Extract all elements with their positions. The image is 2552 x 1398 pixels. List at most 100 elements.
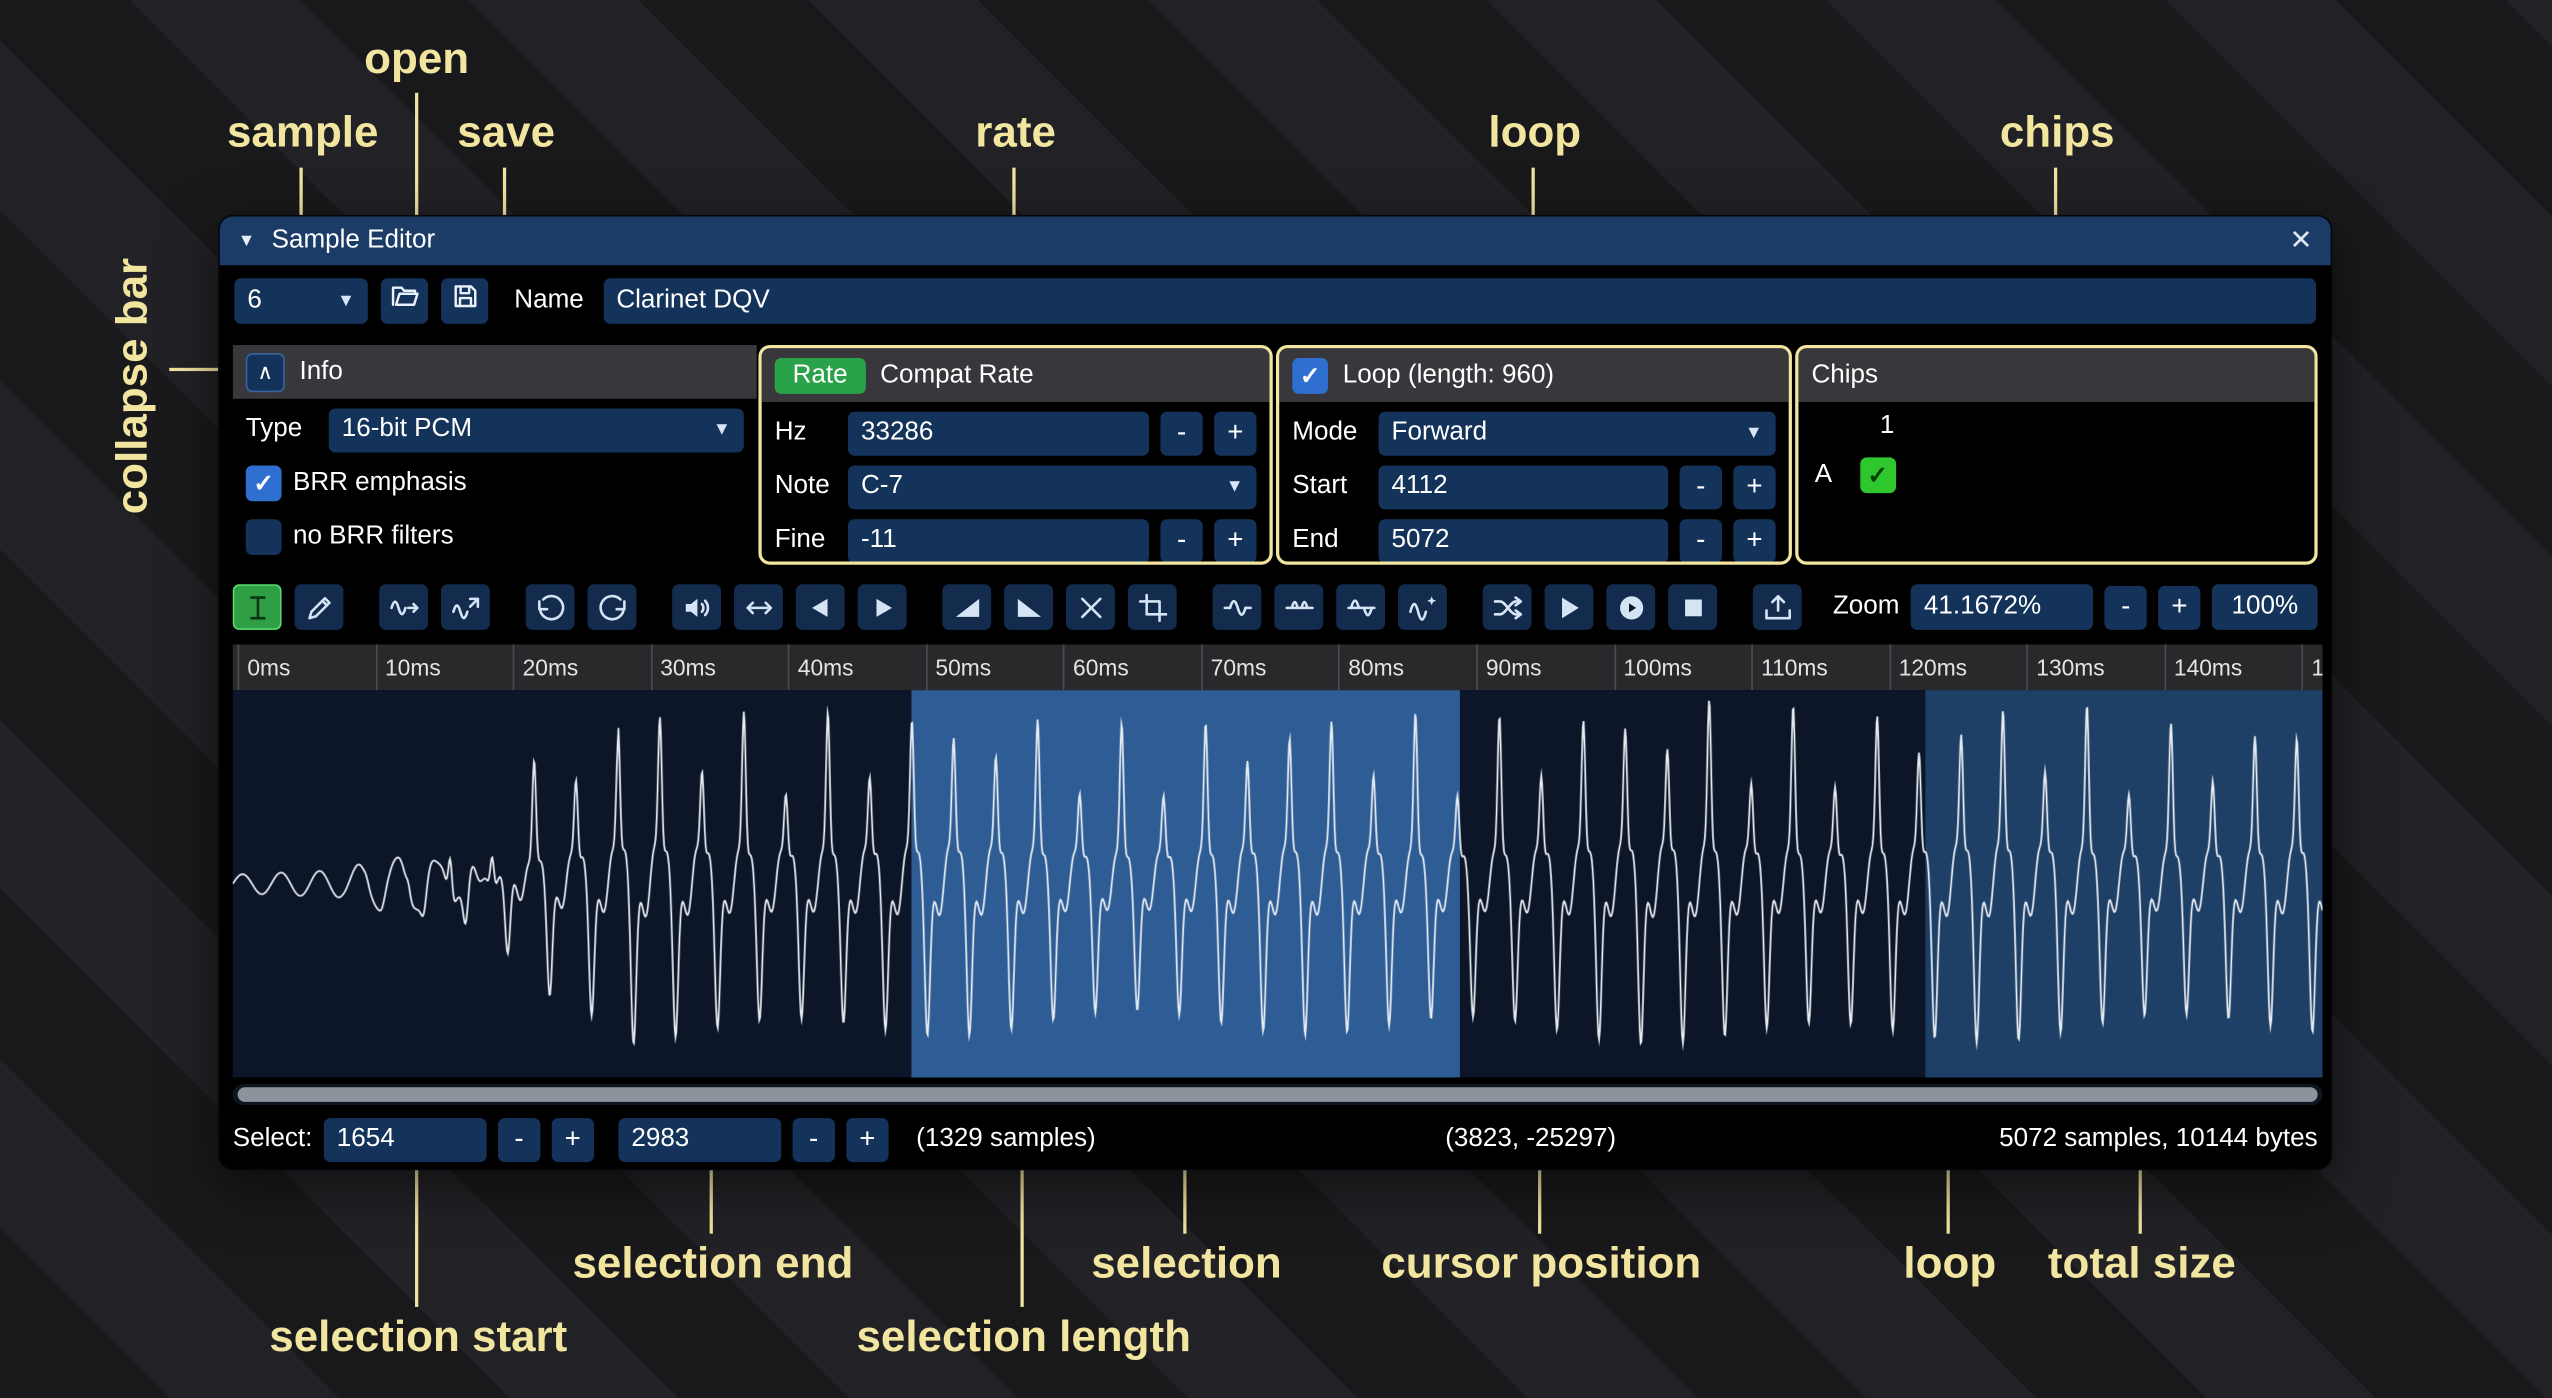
- ruler-tick: 100ms: [1614, 645, 1692, 691]
- import-sample-button[interactable]: [1753, 584, 1802, 630]
- fine-minus-button[interactable]: -: [1160, 518, 1202, 562]
- sample-header-row: 6 ▼ Name Clarinet DQV: [220, 265, 2331, 324]
- chip-enable-checkbox[interactable]: ✓: [1860, 457, 1896, 493]
- normalize-button[interactable]: [734, 584, 783, 630]
- loop-end-minus-button[interactable]: -: [1680, 518, 1722, 562]
- loop-start-minus-button[interactable]: -: [1680, 465, 1722, 509]
- reverse-button[interactable]: [796, 584, 845, 630]
- insert-silence-button[interactable]: [1213, 584, 1262, 630]
- loop-start-input[interactable]: 4112: [1379, 465, 1669, 509]
- forward-button[interactable]: [858, 584, 907, 630]
- apply-silence-button[interactable]: [1274, 584, 1323, 630]
- draw-tool-button[interactable]: [295, 584, 344, 630]
- save-button[interactable]: [441, 277, 488, 323]
- loop-mode-dropdown[interactable]: Forward ▼: [1379, 411, 1776, 455]
- preview-button[interactable]: [1545, 584, 1594, 630]
- selection-end-input[interactable]: 2983: [618, 1117, 781, 1161]
- delete-button[interactable]: [1066, 584, 1115, 630]
- amplify-button[interactable]: [672, 584, 721, 630]
- crossfade-button[interactable]: [1483, 584, 1532, 630]
- annotation-line: [415, 1169, 418, 1307]
- preview-loop-button[interactable]: [1606, 584, 1655, 630]
- resample-button[interactable]: [441, 584, 490, 630]
- zoom-in-button[interactable]: +: [2158, 585, 2200, 629]
- selection-start-input[interactable]: 1654: [324, 1117, 487, 1161]
- waveform-view[interactable]: [233, 690, 2323, 1077]
- brr-emphasis-checkbox[interactable]: ✓: [246, 465, 282, 501]
- fade-in-button[interactable]: [942, 584, 991, 630]
- loop-header: ✓ Loop (length: 960): [1279, 348, 1788, 402]
- rate-tag-button[interactable]: Rate: [775, 357, 866, 393]
- waveform-canvas[interactable]: [233, 690, 2323, 1077]
- stop-button[interactable]: [1668, 584, 1717, 630]
- zoom-reset-button[interactable]: 100%: [2212, 584, 2318, 630]
- sample-name-input[interactable]: Clarinet DQV: [603, 277, 2316, 323]
- open-button[interactable]: [381, 277, 428, 323]
- annotation-loop-bottom: loop: [1903, 1239, 1996, 1289]
- zoom-input[interactable]: 41.1672%: [1911, 584, 2093, 630]
- ruler-tick: 130ms: [2027, 645, 2105, 691]
- zoom-out-button[interactable]: -: [2105, 585, 2147, 629]
- ruler-tick: 40ms: [788, 645, 853, 691]
- ruler-tick: 30ms: [650, 645, 715, 691]
- annotation-selection: selection: [1091, 1239, 1281, 1289]
- sample-number-dropdown[interactable]: 6 ▼: [234, 277, 367, 323]
- hz-plus-button[interactable]: +: [1214, 411, 1256, 455]
- info-header[interactable]: ∧ Info: [233, 345, 757, 399]
- annotation-line: [710, 1169, 713, 1234]
- note-dropdown[interactable]: C-7 ▼: [848, 465, 1257, 509]
- no-brr-filters-label: no BRR filters: [293, 522, 454, 551]
- titlebar[interactable]: ▼ Sample Editor ✕: [220, 216, 2331, 265]
- undo-button[interactable]: [526, 584, 575, 630]
- sample-number-value: 6: [247, 286, 261, 315]
- hz-minus-button[interactable]: -: [1160, 411, 1202, 455]
- hz-input[interactable]: 33286: [848, 411, 1149, 455]
- ruler-tick: 120ms: [1889, 645, 1967, 691]
- window-collapse-icon[interactable]: ▼: [238, 231, 256, 251]
- selection-start-minus-button[interactable]: -: [498, 1117, 540, 1161]
- scrollbar-thumb[interactable]: [238, 1087, 2318, 1102]
- info-title: Info: [299, 357, 342, 386]
- fine-plus-button[interactable]: +: [1214, 518, 1256, 562]
- loop-start-label: Start: [1292, 472, 1367, 501]
- loop-panel: ✓ Loop (length: 960) Mode Forward ▼ Star…: [1276, 345, 1792, 565]
- collapse-button[interactable]: ∧: [246, 352, 285, 391]
- selection-start-plus-button[interactable]: +: [552, 1117, 594, 1161]
- no-brr-filters-checkbox[interactable]: [246, 519, 282, 555]
- waveform-scrollbar[interactable]: [233, 1084, 2323, 1105]
- selection-end-plus-button[interactable]: +: [846, 1117, 888, 1161]
- fine-input[interactable]: -11: [848, 518, 1149, 562]
- annotation-rate: rate: [975, 107, 1056, 157]
- loop-end-value: 5072: [1392, 526, 1450, 555]
- ruler-tick: 70ms: [1201, 645, 1266, 691]
- redo-button[interactable]: [588, 584, 637, 630]
- loop-title: Loop (length: 960): [1343, 361, 1554, 390]
- annotation-line: [1020, 1169, 1023, 1307]
- trim-button[interactable]: [1128, 584, 1177, 630]
- timeline-ruler: 0ms10ms20ms30ms40ms50ms60ms70ms80ms90ms1…: [233, 645, 2323, 691]
- loop-start-value: 4112: [1392, 472, 1448, 501]
- annotation-selection-start: selection start: [269, 1312, 567, 1362]
- loop-start-plus-button[interactable]: +: [1733, 465, 1775, 509]
- selection-end-minus-button[interactable]: -: [792, 1117, 834, 1161]
- type-dropdown[interactable]: 16-bit PCM ▼: [329, 408, 744, 452]
- note-value: C-7: [861, 472, 903, 501]
- loop-checkbox[interactable]: ✓: [1292, 357, 1328, 393]
- close-icon[interactable]: ✕: [2290, 225, 2313, 258]
- mode-label: Mode: [1292, 418, 1367, 447]
- resize-sample-button[interactable]: [379, 584, 428, 630]
- annotation-line: [2139, 1169, 2142, 1234]
- select-tool-button[interactable]: [233, 584, 282, 630]
- filter-button[interactable]: [1398, 584, 1447, 630]
- chips-header: Chips: [1798, 348, 2314, 402]
- toolbar-buttons: [233, 584, 1815, 630]
- invert-button[interactable]: [1336, 584, 1385, 630]
- ruler-tick: 50ms: [926, 645, 991, 691]
- fade-out-button[interactable]: [1004, 584, 1053, 630]
- loop-end-input[interactable]: 5072: [1379, 518, 1669, 562]
- annotation-selection-length: selection length: [856, 1312, 1191, 1362]
- select-label: Select:: [233, 1125, 313, 1154]
- loop-end-plus-button[interactable]: +: [1733, 518, 1775, 562]
- annotation-save: save: [457, 107, 555, 157]
- ruler-tick: 140ms: [2164, 645, 2242, 691]
